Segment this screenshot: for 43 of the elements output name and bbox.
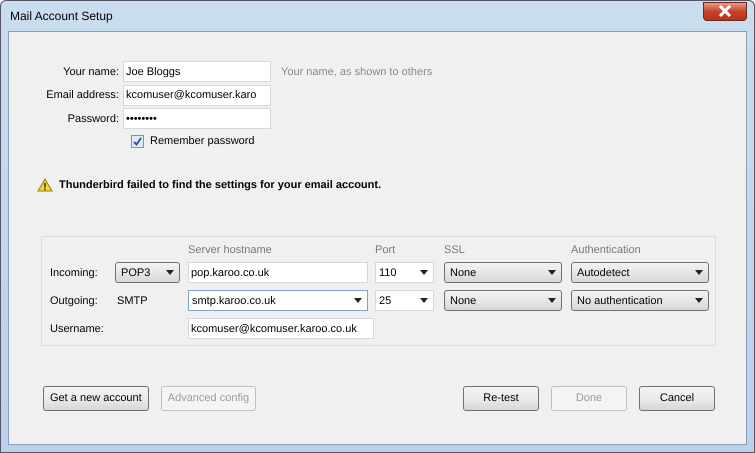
- caret-icon: [695, 270, 703, 275]
- column-header: SSL: [444, 244, 466, 256]
- row-label: Username:: [50, 322, 105, 334]
- ssl-dropdown[interactable]: None: [444, 290, 562, 311]
- hostname-field[interactable]: pop.karoo.co.uk: [188, 262, 368, 283]
- username-field[interactable]: kcomuser@kcomuser.karoo.co.uk: [188, 318, 374, 339]
- input-field[interactable]: kcomuser@kcomuser.karo: [123, 84, 271, 106]
- ssl-dropdown[interactable]: None: [444, 262, 562, 283]
- dialog-button[interactable]: Cancel: [639, 386, 715, 410]
- hostname-combobox[interactable]: smtp.karoo.co.uk: [188, 290, 368, 311]
- column-header: Port: [375, 244, 396, 256]
- row-label: Outgoing:: [50, 294, 99, 306]
- caret-icon: [420, 270, 428, 275]
- warning-icon: [37, 178, 53, 192]
- remember-checkbox[interactable]: Remember password: [131, 134, 746, 148]
- window-title: Mail Account Setup: [9, 9, 113, 23]
- port-combobox[interactable]: 25: [375, 290, 434, 311]
- caret-icon: [548, 298, 556, 303]
- column-header: Server hostname: [188, 244, 273, 256]
- protocol-dropdown[interactable]: POP3: [115, 262, 180, 283]
- caret-icon: [695, 298, 703, 303]
- caret-icon: [354, 298, 362, 303]
- authentication-dropdown[interactable]: No authentication: [571, 290, 709, 311]
- caret-icon: [420, 298, 428, 303]
- hint-text: Your name, as shown to others: [281, 66, 432, 78]
- column-header: Authentication: [571, 244, 642, 256]
- input-field[interactable]: ••••••••: [123, 108, 271, 130]
- authentication-dropdown[interactable]: Autodetect: [571, 262, 709, 283]
- close-button[interactable]: [703, 2, 747, 20]
- caret-icon: [548, 270, 556, 275]
- protocol-text: SMTP: [116, 294, 148, 306]
- field-label: Email address:: [45, 89, 120, 102]
- warning-message: Thunderbird failed to find the settings for your email account.: [59, 178, 382, 190]
- field-label: Your name:: [62, 66, 120, 78]
- port-combobox[interactable]: 110: [375, 262, 434, 283]
- input-field[interactable]: Joe Bloggs: [123, 61, 271, 82]
- dialog-button[interactable]: Re-test: [463, 386, 539, 410]
- checkbox[interactable]: [131, 134, 144, 148]
- dialog-button[interactable]: Get a new account: [43, 386, 149, 410]
- row-label: Incoming:: [50, 266, 99, 278]
- field-label: Password:: [66, 112, 120, 125]
- close-icon: [718, 5, 732, 17]
- caret-icon: [166, 270, 174, 275]
